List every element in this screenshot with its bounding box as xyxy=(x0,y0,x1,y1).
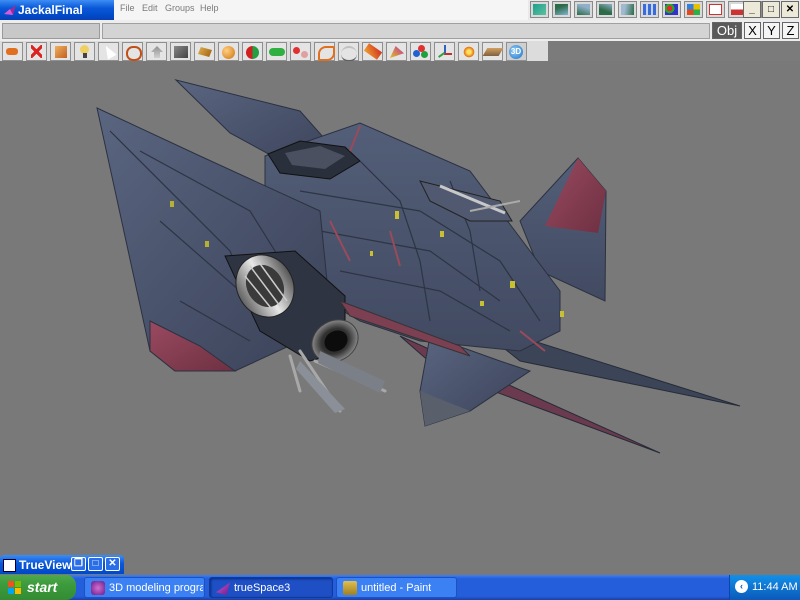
system-tray: ‹ 11:44 AM xyxy=(729,575,800,600)
plane-icon[interactable] xyxy=(618,1,637,18)
menu-edit[interactable]: Edit xyxy=(142,3,158,13)
object-icon[interactable] xyxy=(50,42,71,61)
paint-icon[interactable] xyxy=(242,42,263,61)
glue-icon[interactable] xyxy=(266,42,287,61)
deform-icon[interactable] xyxy=(338,42,359,62)
solid-icon[interactable] xyxy=(194,42,215,61)
path-icon[interactable] xyxy=(314,42,335,61)
menu-file[interactable]: File xyxy=(120,3,135,13)
close-icon[interactable]: ✕ xyxy=(105,557,120,571)
window-controls: _ □ ✕ xyxy=(743,1,800,19)
app-title: JackalFinal xyxy=(0,0,114,20)
taskbar-item-truespace[interactable]: trueSpace3 xyxy=(209,577,333,598)
clock: 11:44 AM xyxy=(752,581,798,593)
undo-icon[interactable] xyxy=(2,42,23,61)
start-button[interactable]: start xyxy=(0,575,76,600)
plane-icon[interactable] xyxy=(596,1,615,18)
colors-icon[interactable] xyxy=(410,42,431,61)
palette-icon[interactable] xyxy=(662,1,681,18)
view-icon xyxy=(3,559,16,572)
box-icon[interactable] xyxy=(170,42,191,61)
help-line xyxy=(102,23,710,39)
grid-icon[interactable] xyxy=(640,1,659,18)
trueview-title: TrueView xyxy=(19,558,72,572)
3d-viewport[interactable] xyxy=(0,61,800,575)
minimize-button[interactable]: _ xyxy=(743,1,761,18)
panel-icon[interactable] xyxy=(706,1,725,18)
x-axis-button[interactable]: X xyxy=(744,22,761,39)
task-label: trueSpace3 xyxy=(234,582,291,594)
menu-groups[interactable]: Groups xyxy=(165,3,195,13)
maximize-icon[interactable]: □ xyxy=(88,557,103,571)
rotate-icon[interactable] xyxy=(122,42,143,61)
navigate-icon[interactable] xyxy=(146,42,167,61)
sphere-icon[interactable] xyxy=(218,42,239,61)
render-icon[interactable] xyxy=(386,42,407,61)
maximize-button[interactable]: □ xyxy=(762,1,780,18)
close-button[interactable]: ✕ xyxy=(781,1,799,18)
obj-button[interactable]: Obj xyxy=(712,22,742,39)
spaceship-model[interactable] xyxy=(0,61,800,575)
taskbar-item-paint[interactable]: untitled - Paint xyxy=(336,577,457,598)
taskbar: start 3D modeling program... trueSpace3 … xyxy=(0,575,800,600)
axes-icon[interactable] xyxy=(434,42,455,61)
task-label: untitled - Paint xyxy=(361,582,432,594)
top-toolbar xyxy=(530,0,762,20)
paint-icon xyxy=(343,581,357,595)
colors-icon[interactable] xyxy=(684,1,703,18)
y-axis-button[interactable]: Y xyxy=(763,22,780,39)
trueview-panel[interactable]: TrueView ❐ □ ✕ xyxy=(0,555,124,574)
effects-icon[interactable] xyxy=(458,42,479,61)
z-axis-button[interactable]: Z xyxy=(782,22,799,39)
plane-view-icon[interactable] xyxy=(482,42,504,61)
teal-icon[interactable] xyxy=(530,1,549,18)
light-icon[interactable] xyxy=(74,42,95,61)
start-label: start xyxy=(27,579,58,595)
chevron-left-icon[interactable]: ‹ xyxy=(735,580,748,593)
plane-icon[interactable] xyxy=(574,1,593,18)
windows-flag-icon xyxy=(8,581,21,594)
truespace-icon xyxy=(216,582,230,595)
delete-icon[interactable] xyxy=(26,42,47,61)
3d-icon[interactable]: 3D xyxy=(506,42,527,61)
task-label: 3D modeling program... xyxy=(109,582,203,594)
pointer-icon[interactable] xyxy=(98,42,119,61)
menu-help[interactable]: Help xyxy=(200,3,219,13)
unglue-icon[interactable] xyxy=(290,42,311,61)
title-bar: JackalFinal File Edit Groups Help _ □ ✕ xyxy=(0,0,800,20)
status-field xyxy=(2,23,100,39)
taskbar-item-browser[interactable]: 3D modeling program... xyxy=(84,577,205,598)
menu-bar: File Edit Groups Help xyxy=(114,0,528,20)
main-toolbar: 3D xyxy=(0,41,548,62)
browser-icon xyxy=(91,581,105,595)
truespace-logo-icon xyxy=(4,5,16,15)
status-bar: Obj X Y Z xyxy=(0,20,800,41)
material-icon[interactable] xyxy=(362,42,383,61)
window-title: JackalFinal xyxy=(18,3,83,17)
restore-icon[interactable]: ❐ xyxy=(71,557,86,571)
plane-icon[interactable] xyxy=(552,1,571,18)
